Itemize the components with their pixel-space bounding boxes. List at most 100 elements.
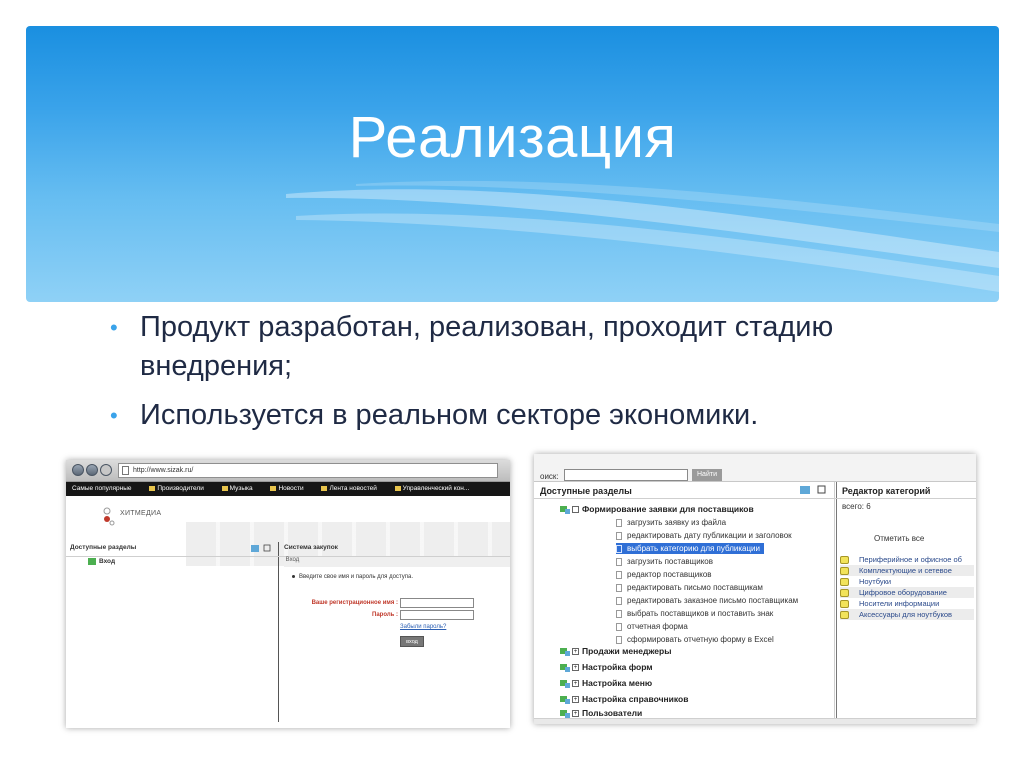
username-field[interactable] [400, 598, 474, 608]
tree-group-label: Настройка форм [582, 662, 653, 672]
group-node-icon [560, 664, 570, 673]
document-icon [616, 570, 622, 579]
category-row[interactable]: Ноутбуки [840, 576, 974, 587]
category-editor-header: Редактор категорий [842, 486, 931, 496]
document-icon [616, 635, 622, 644]
expand-toggle-icon[interactable]: + [572, 696, 579, 704]
category-label: Комплектующие и сетевое [859, 566, 952, 575]
login-tab-label: Вход [285, 557, 300, 563]
tree-item[interactable]: загрузить заявку из файла [616, 517, 726, 528]
expand-toggle-icon[interactable]: + [572, 710, 579, 718]
expand-toggle-icon[interactable]: + [572, 664, 579, 672]
admin-screenshot: оиск: Найти Доступные разделы Редактор к… [534, 454, 976, 724]
back-icon[interactable] [72, 464, 84, 476]
panel-divider [278, 542, 279, 722]
document-icon [616, 531, 622, 540]
tree-item-label: редактировать дату публикации и заголово… [627, 531, 792, 540]
page-icon [122, 466, 129, 475]
tree-item-label: редактировать письмо поставщикам [627, 583, 763, 592]
expand-toggle-icon[interactable]: + [572, 680, 579, 688]
tree-item-login[interactable]: Вход [88, 558, 115, 565]
tree-group[interactable]: + Настройка справочников [560, 694, 689, 705]
login-button[interactable]: вход [400, 636, 424, 647]
search-input[interactable] [564, 469, 688, 481]
category-folder-icon [840, 589, 849, 598]
search-bar: оиск: Найти [534, 454, 976, 482]
collapse-icon [817, 485, 826, 494]
folder-icon [394, 485, 401, 491]
address-bar[interactable]: http://www.sizak.ru/ [118, 463, 498, 478]
category-folder-icon [840, 600, 849, 609]
category-folder-icon [840, 567, 849, 576]
category-label: Цифровое оборудование [859, 588, 947, 597]
collapse-toggle-icon[interactable] [572, 506, 579, 514]
search-label: оиск: [540, 472, 559, 481]
category-row[interactable]: Аксессуары для ноутбуков [840, 609, 974, 620]
refresh-icon [251, 545, 259, 552]
bullet-list: • Продукт разработан, реализован, проход… [108, 308, 968, 445]
bookmark-item[interactable]: Лента новостей [321, 485, 384, 492]
username-label: Ваше регистрационное имя : [311, 600, 398, 606]
category-row[interactable]: Периферийное и офисное об [840, 554, 974, 565]
category-folder-icon [840, 578, 849, 587]
tree-group-label: Настройка справочников [582, 694, 689, 704]
tree-item-selected[interactable]: выбрать категорию для публикации [616, 543, 764, 554]
folder-icon [149, 485, 156, 491]
login-tab[interactable]: Вход [284, 557, 510, 567]
expand-toggle-icon[interactable]: + [572, 648, 579, 656]
document-icon [616, 596, 622, 605]
bookmark-label: Управленческий кон... [402, 485, 470, 492]
group-node-icon [560, 648, 570, 657]
category-row[interactable]: Носители информации [840, 598, 974, 609]
tree-group[interactable]: Формирование заявки для поставщиков [560, 504, 754, 515]
tree-group[interactable]: + Настройка меню [560, 678, 652, 689]
bookmark-label: Самые популярные [72, 485, 132, 492]
collapse-icon [263, 544, 271, 552]
reload-icon[interactable] [100, 464, 112, 476]
bookmark-item[interactable]: Производители [149, 485, 212, 492]
bookmark-label: Производители [157, 485, 204, 492]
forward-icon[interactable] [86, 464, 98, 476]
tree-item-label: загрузить поставщиков [627, 557, 713, 566]
login-screenshot: http://www.sizak.ru/ Самые популярные Пр… [66, 460, 510, 728]
tree-item[interactable]: редактировать заказное письмо поставщика… [616, 595, 798, 606]
search-button[interactable]: Найти [692, 469, 722, 481]
bookmark-item[interactable]: Музыка [221, 485, 261, 492]
select-all-link[interactable]: Отметить все [874, 534, 924, 543]
category-label: Ноутбуки [859, 577, 892, 586]
panel-divider [836, 482, 837, 724]
bookmark-item[interactable]: Новости [270, 485, 311, 492]
document-icon [616, 583, 622, 592]
tree-group-label: Пользователи [582, 708, 643, 718]
tree-item[interactable]: редактировать письмо поставщикам [616, 582, 763, 593]
group-node-icon [560, 696, 570, 705]
tree-item-label: отчетная форма [627, 622, 688, 631]
tree-item[interactable]: отчетная форма [616, 621, 688, 632]
category-row[interactable]: Комплектующие и сетевое [840, 565, 974, 576]
address-text: http://www.sizak.ru/ [133, 467, 194, 474]
tree-item[interactable]: загрузить поставщиков [616, 556, 713, 567]
tree-item[interactable]: сформировать отчетную форму в Excel [616, 634, 774, 645]
tree-item[interactable]: редактировать дату публикации и заголово… [616, 530, 792, 541]
tree-group[interactable]: + Пользователи [560, 708, 643, 719]
tree-group[interactable]: + Продажи менеджеры [560, 646, 671, 657]
tree-item[interactable]: редактор поставщиков [616, 569, 712, 580]
tree-node-icon [88, 558, 96, 565]
horizontal-scrollbar[interactable] [534, 718, 976, 724]
tree-group[interactable]: + Настройка форм [560, 662, 653, 673]
bullet-dot-icon: • [110, 315, 118, 340]
document-icon [616, 518, 622, 527]
bookmark-item[interactable]: Самые популярные [72, 485, 140, 492]
password-field[interactable] [400, 610, 474, 620]
panel-icons [251, 544, 271, 552]
bullet-dot-icon: • [110, 403, 118, 428]
forgot-password-link[interactable]: Забыли пароль? [400, 624, 446, 630]
panel-divider-light [834, 482, 835, 724]
document-icon [616, 609, 622, 618]
document-icon [616, 544, 622, 553]
bookmark-item[interactable]: Управленческий кон... [394, 485, 478, 492]
browser-toolbar: http://www.sizak.ru/ [66, 460, 510, 482]
tree-item-label: сформировать отчетную форму в Excel [627, 635, 774, 644]
category-row[interactable]: Цифровое оборудование [840, 587, 974, 598]
tree-item[interactable]: выбрать поставщиков и поставить знак [616, 608, 773, 619]
